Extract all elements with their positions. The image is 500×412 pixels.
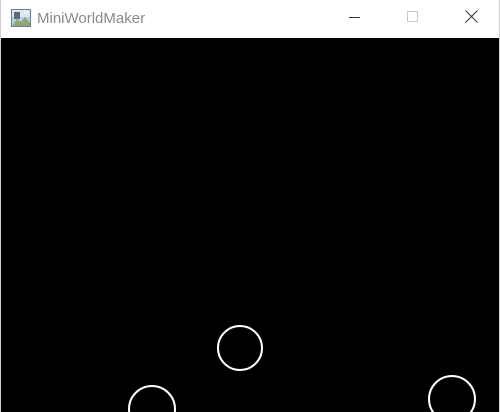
circle-shape (428, 375, 476, 412)
app-window: MiniWorldMaker (0, 0, 500, 412)
canvas-drawing (128, 325, 476, 412)
close-icon (464, 10, 478, 28)
title-bar[interactable]: MiniWorldMaker (1, 0, 499, 38)
circle-shape (128, 385, 176, 412)
world-canvas[interactable] (1, 38, 499, 412)
landscape-app-icon (11, 9, 31, 27)
maximize-button[interactable] (390, 0, 436, 38)
minimize-icon (349, 10, 361, 28)
minimize-button[interactable] (332, 0, 378, 38)
close-button[interactable] (448, 0, 494, 38)
window-title: MiniWorldMaker (37, 10, 146, 27)
maximize-icon (407, 10, 419, 28)
circle-shape (217, 325, 263, 371)
